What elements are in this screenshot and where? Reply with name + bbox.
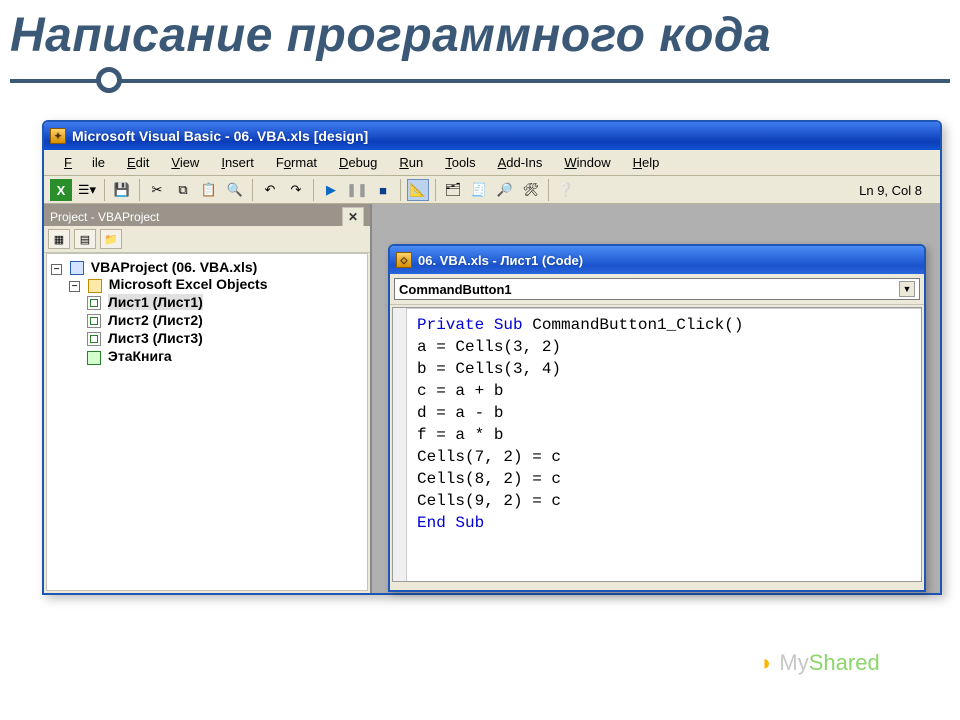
menubar: File Edit View Insert Format Debug Run T… (44, 150, 940, 176)
vbe-app-icon: ✦ (50, 128, 66, 144)
folder-icon (88, 279, 102, 293)
cut-icon[interactable]: ✂ (146, 179, 168, 201)
project-icon (70, 261, 84, 275)
slide-title: Написание программного кода (0, 0, 960, 65)
sheet-icon (87, 296, 101, 310)
tree-project-root[interactable]: − VBAProject (06. VBA.xls) − Microsoft E… (51, 258, 365, 368)
collapse-icon[interactable]: − (51, 264, 62, 275)
code-area[interactable]: Private Sub CommandButton1_Click()a = Ce… (392, 307, 922, 582)
help-icon[interactable]: ❔ (555, 179, 577, 201)
code-margin (393, 308, 407, 581)
project-panel-toolbar: ▦ ▤ 📁 (44, 226, 370, 253)
project-explorer-icon[interactable]: 🗂 (442, 179, 464, 201)
workbook-icon (87, 351, 101, 365)
pause-icon[interactable]: ❚❚ (346, 179, 368, 201)
slide-rule (10, 71, 950, 89)
menu-file[interactable]: File (54, 153, 115, 172)
tree-node-sheet2[interactable]: Лист2 (Лист2) (87, 311, 365, 329)
sheet-icon (87, 314, 101, 328)
object-dropdown[interactable]: CommandButton1 ▼ (394, 278, 920, 300)
project-panel-title-text: Project - VBAProject (50, 210, 159, 224)
redo-icon[interactable]: ↷ (285, 179, 307, 201)
code-text[interactable]: Private Sub CommandButton1_Click()a = Ce… (393, 308, 921, 534)
code-window-icon: ◇ (396, 252, 412, 268)
tree-node-thisworkbook[interactable]: ЭтаКнига (87, 347, 365, 365)
code-window-title: 06. VBA.xls - Лист1 (Code) (418, 253, 583, 268)
close-icon[interactable]: ✕ (342, 207, 364, 227)
paste-icon[interactable]: 📋 (198, 179, 220, 201)
object-dropdown-value: CommandButton1 (399, 282, 512, 297)
design-mode-icon[interactable]: 📐 (407, 179, 429, 201)
object-browser-icon[interactable]: 🔎 (494, 179, 516, 201)
save-icon[interactable]: 💾 (111, 179, 133, 201)
menu-tools[interactable]: Tools (435, 153, 485, 172)
code-window: ◇ 06. VBA.xls - Лист1 (Code) CommandButt… (388, 244, 926, 592)
tree-node-sheet1[interactable]: Лист1 (Лист1) (87, 293, 365, 311)
slide-rule-dot (96, 67, 122, 93)
project-panel: Project - VBAProject ✕ ▦ ▤ 📁 − VBAProjec… (44, 204, 372, 593)
view-code-icon[interactable]: ▦ (48, 229, 70, 249)
toolbar: X ☰▾ 💾 ✂ ⧉ 📋 🔍 ↶ ↷ ▶ ❚❚ ■ 📐 🗂 🧾 🔎 🛠 ❔ Ln… (44, 176, 940, 204)
code-window-titlebar[interactable]: ◇ 06. VBA.xls - Лист1 (Code) (390, 246, 924, 274)
insert-icon[interactable]: ☰▾ (76, 179, 98, 201)
properties-icon[interactable]: 🧾 (468, 179, 490, 201)
menu-edit[interactable]: Edit (117, 153, 159, 172)
tree-group-objects[interactable]: − Microsoft Excel Objects Лист1 (Лист1) (69, 275, 365, 366)
caret-position: Ln 9, Col 8 (859, 183, 934, 198)
menu-format[interactable]: Format (266, 153, 327, 172)
copy-icon[interactable]: ⧉ (172, 179, 194, 201)
project-tree[interactable]: − VBAProject (06. VBA.xls) − Microsoft E… (46, 253, 368, 591)
menu-help[interactable]: Help (623, 153, 670, 172)
tree-node-sheet3[interactable]: Лист3 (Лист3) (87, 329, 365, 347)
run-icon[interactable]: ▶ (320, 179, 342, 201)
collapse-icon[interactable]: − (69, 281, 80, 292)
chevron-down-icon[interactable]: ▼ (899, 281, 915, 297)
toolbox-icon[interactable]: 🛠 (520, 179, 542, 201)
folder-view-icon[interactable]: 📁 (100, 229, 122, 249)
vbe-title-text: Microsoft Visual Basic - 06. VBA.xls [de… (72, 128, 368, 144)
menu-insert[interactable]: Insert (211, 153, 264, 172)
menu-window[interactable]: Window (554, 153, 620, 172)
vbe-titlebar[interactable]: ✦ Microsoft Visual Basic - 06. VBA.xls [… (44, 122, 940, 150)
project-panel-title[interactable]: Project - VBAProject ✕ (44, 204, 370, 226)
menu-debug[interactable]: Debug (329, 153, 387, 172)
watermark: ◗ MyShared (760, 650, 880, 676)
sheet-icon (87, 332, 101, 346)
menu-run[interactable]: Run (389, 153, 433, 172)
find-icon[interactable]: 🔍 (224, 179, 246, 201)
excel-icon[interactable]: X (50, 179, 72, 201)
menu-view[interactable]: View (161, 153, 209, 172)
code-header-row: CommandButton1 ▼ (390, 274, 924, 305)
menu-addins[interactable]: Add-Ins (488, 153, 553, 172)
undo-icon[interactable]: ↶ (259, 179, 281, 201)
stop-icon[interactable]: ■ (372, 179, 394, 201)
view-object-icon[interactable]: ▤ (74, 229, 96, 249)
